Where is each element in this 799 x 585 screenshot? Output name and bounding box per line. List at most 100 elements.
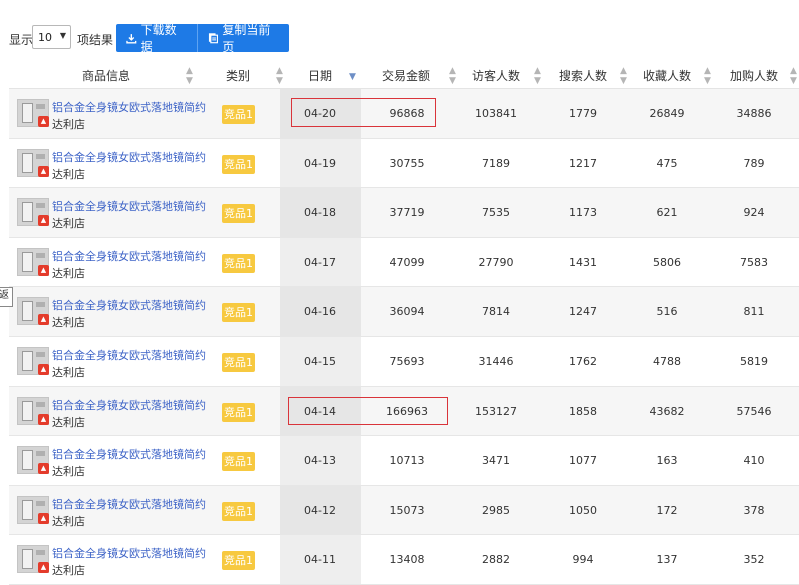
sort-icon[interactable]: ▲ ▼: [276, 66, 283, 86]
product-thumbnail[interactable]: ▲: [17, 198, 49, 227]
copy-page-label: 复制当前页: [222, 23, 271, 54]
header-trade-amount[interactable]: 交易金额: [382, 67, 430, 84]
cell-searches: 1762: [569, 354, 597, 368]
cell-visitors: 31446: [478, 354, 514, 368]
sort-icon[interactable]: ▲ ▼: [449, 66, 456, 86]
shop-name: 达利店: [52, 118, 85, 131]
store-badge-icon: ▲: [38, 512, 49, 524]
cell-searches: 1779: [569, 107, 597, 120]
cell-visitors: 2882: [482, 553, 510, 567]
cell-date: 04-12: [304, 503, 336, 517]
product-thumbnail[interactable]: ▲: [17, 247, 49, 276]
cell-searches: 1077: [569, 454, 597, 468]
shop-name: 达利店: [52, 564, 85, 578]
store-badge-icon: ▲: [38, 215, 49, 227]
cell-carts: 7583: [740, 255, 768, 269]
header-date[interactable]: 日期: [308, 67, 332, 84]
product-name-link[interactable]: 铝合金全身镜女欧式落地镜简约: [52, 545, 206, 561]
cell-date: 04-15: [304, 354, 336, 368]
product-name-link[interactable]: 铝合金全身镜女欧式落地镜简约: [52, 99, 206, 115]
product-thumbnail[interactable]: ▲: [17, 297, 49, 326]
page-size-select[interactable]: 10 ▼: [32, 25, 71, 49]
shop-name: 达利店: [52, 514, 85, 528]
product-name-link[interactable]: 铝合金全身镜女欧式落地镜简约: [52, 248, 206, 264]
cell-amount: 15073: [389, 503, 425, 517]
cell-amount: 13408: [389, 553, 425, 567]
cell-carts: 352: [743, 553, 765, 567]
copy-page-button[interactable]: 复制当前页: [198, 23, 289, 54]
cell-favorites: 137: [656, 553, 678, 567]
shop-name: 达利店: [52, 316, 85, 330]
header-visitors[interactable]: 访客人数: [472, 67, 520, 84]
cell-favorites: 5806: [653, 255, 681, 269]
cell-searches: 1173: [569, 206, 597, 220]
store-badge-icon: ▲: [38, 264, 49, 276]
chevron-down-icon: ▼: [59, 31, 66, 40]
shop-name: 达利店: [52, 365, 85, 379]
product-name-link[interactable]: 铝合金全身镜女欧式落地镜简约: [52, 446, 206, 462]
category-badge: 竞品1: [222, 551, 255, 571]
table-row: ▲ 铝合金全身镜女欧式落地镜简约 达利店 竞品1 04-18 37719 7535 1173 6…: [9, 188, 799, 238]
category-badge: 竞品1: [222, 352, 255, 372]
store-badge-icon: ▲: [38, 363, 49, 375]
header-product-info[interactable]: 商品信息: [82, 67, 130, 84]
shop-name: 达利店: [52, 217, 85, 231]
product-thumbnail[interactable]: ▲: [17, 396, 49, 425]
cell-carts: 811: [743, 305, 765, 319]
product-name-link[interactable]: 铝合金全身镜女欧式落地镜简约: [52, 397, 206, 413]
product-thumbnail[interactable]: ▲: [17, 148, 49, 177]
table-row: ▲ 铝合金全身镜女欧式落地镜简约 达利店 竞品1 04-11 13408 2882 994 13…: [9, 535, 799, 585]
product-name-link[interactable]: 铝合金全身镜女欧式落地镜简约: [52, 198, 206, 214]
product-thumbnail[interactable]: ▲: [17, 99, 49, 127]
cell-date: 04-11: [304, 553, 336, 567]
category-badge: 竞品1: [222, 452, 255, 472]
cell-searches: 1431: [569, 255, 597, 269]
header-add-to-cart[interactable]: 加购人数: [730, 67, 778, 84]
product-name-link[interactable]: 铝合金全身镜女欧式落地镜简约: [52, 496, 206, 512]
cell-date: 04-17: [304, 255, 336, 269]
header-category[interactable]: 类别: [226, 67, 250, 84]
table-row: ▲ 铝合金全身镜女欧式落地镜简约 达利店 竞品1 04-20 96868 103841 177…: [9, 89, 799, 139]
cell-searches: 1247: [569, 305, 597, 319]
sort-icon[interactable]: ▲ ▼: [620, 66, 627, 86]
sort-desc-icon[interactable]: ▼: [349, 72, 356, 82]
product-name-link[interactable]: 铝合金全身镜女欧式落地镜简约: [52, 149, 206, 165]
sort-icon[interactable]: ▲ ▼: [790, 66, 797, 86]
table-row: ▲ 铝合金全身镜女欧式落地镜简约 达利店 竞品1 04-17 47099 27790 1431…: [9, 237, 799, 288]
product-thumbnail[interactable]: ▲: [17, 446, 49, 475]
cell-visitors: 3471: [482, 454, 510, 468]
sort-icon[interactable]: ▲ ▼: [704, 66, 711, 86]
data-table: 商品信息 ▲ ▼ 类别 ▲ ▼ 日期 ▼ 交易金额 ▲ ▼ 访客人数 ▲ ▼ 搜索人数 …: [9, 60, 799, 585]
cell-carts: 34886: [736, 107, 772, 120]
side-tab[interactable]: 返: [0, 287, 13, 307]
cell-carts: 410: [743, 454, 765, 468]
product-thumbnail[interactable]: ▲: [17, 346, 49, 375]
download-icon: [126, 33, 137, 44]
cell-favorites: 621: [656, 206, 678, 220]
download-data-button[interactable]: 下载数据: [116, 23, 198, 54]
cell-searches: 994: [572, 553, 594, 567]
shop-name: 达利店: [52, 415, 85, 429]
cell-amount: 47099: [389, 255, 425, 269]
product-thumbnail[interactable]: ▲: [17, 545, 49, 574]
sort-icon[interactable]: ▲ ▼: [534, 66, 541, 86]
copy-icon: [208, 33, 218, 44]
product-name-link[interactable]: 铝合金全身镜女欧式落地镜简约: [52, 297, 206, 313]
table-row: ▲ 铝合金全身镜女欧式落地镜简约 达利店 竞品1 04-15 75693 31446 1762…: [9, 336, 799, 387]
show-label: 显示: [9, 33, 34, 47]
header-favorites[interactable]: 收藏人数: [643, 67, 691, 84]
cell-date: 04-18: [304, 206, 336, 220]
table-row: ▲ 铝合金全身镜女欧式落地镜简约 达利店 竞品1 04-13 10713 3471 1077 1…: [9, 436, 799, 486]
cell-visitors: 103841: [475, 107, 517, 120]
sort-icon[interactable]: ▲ ▼: [186, 66, 193, 86]
action-button-group: 下载数据 复制当前页: [116, 23, 289, 54]
cell-date: 04-16: [304, 305, 336, 319]
category-badge: 竞品1: [222, 105, 255, 124]
product-name-link[interactable]: 铝合金全身镜女欧式落地镜简约: [52, 347, 206, 363]
header-searches[interactable]: 搜索人数: [559, 67, 607, 84]
category-badge: 竞品1: [222, 303, 255, 323]
table-row: ▲ 铝合金全身镜女欧式落地镜简约 达利店 竞品1 04-16 36094 7814 1247 5…: [9, 287, 799, 337]
highlight-box: [291, 98, 436, 127]
product-thumbnail[interactable]: ▲: [17, 495, 49, 524]
cell-amount: 75693: [389, 354, 425, 368]
